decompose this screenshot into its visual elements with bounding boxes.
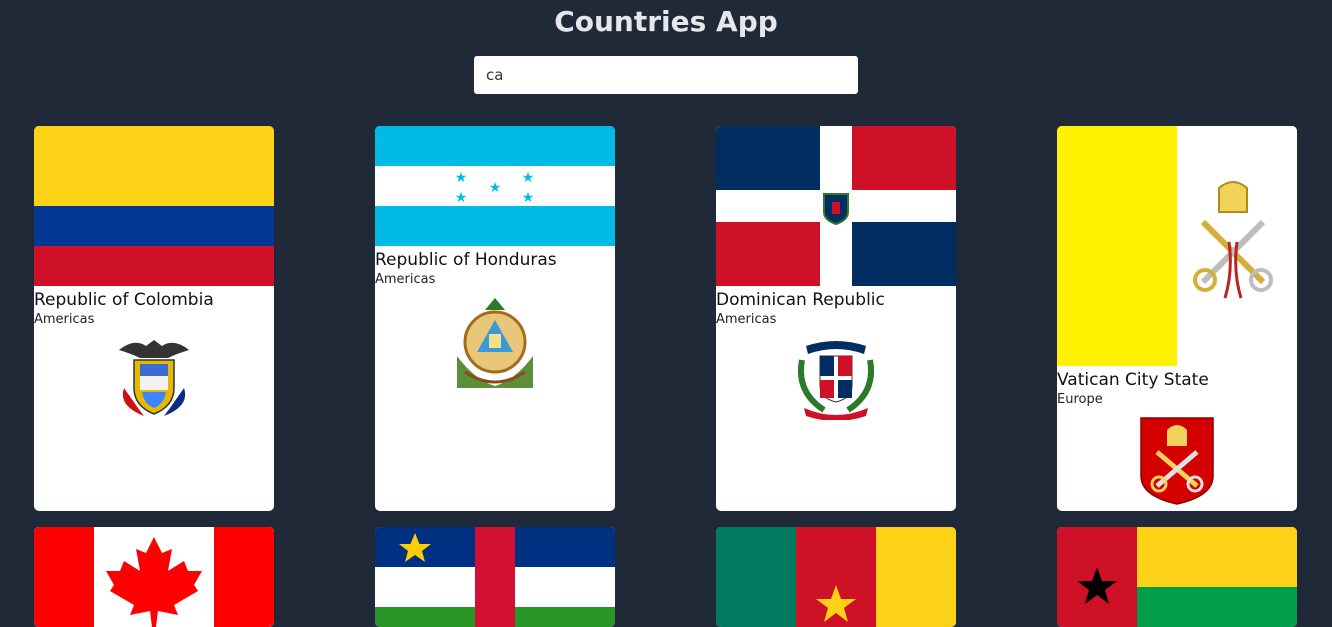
country-card[interactable]: Dominican Republic Americas [716,126,956,511]
country-name: Vatican City State [1057,370,1209,390]
coat-of-arms-image [119,340,189,416]
honduras-flag-image: ★ ★ ★ ★ ★ [375,126,615,246]
country-region: Americas [34,312,95,327]
country-name: Dominican Republic [716,290,885,310]
svg-text:★: ★ [489,180,502,196]
colombia-flag-image [34,126,274,286]
canada-flag-image [34,527,274,627]
country-card[interactable] [34,527,274,627]
country-card[interactable] [1057,527,1297,627]
page-title: Countries App [554,5,778,38]
svg-text:★: ★ [455,170,468,186]
country-region: Americas [716,312,777,327]
dominican-republic-flag-image [716,126,956,286]
svg-text:★: ★ [522,190,535,206]
country-card[interactable]: ★ ★ ★ ★ ★ Republic of Honduras Americas [375,126,615,511]
svg-text:★: ★ [522,170,535,186]
vatican-city-flag-image [1057,126,1297,366]
country-name: Republic of Honduras [375,250,557,270]
coat-of-arms-image [1140,417,1214,505]
country-card[interactable]: Vatican City State Europe [1057,126,1297,511]
central-african-republic-flag-image [375,527,615,627]
coat-of-arms-image [798,341,874,420]
country-region: Europe [1057,392,1103,407]
svg-text:★: ★ [455,190,468,206]
guinea-bissau-flag-image [1057,527,1297,627]
country-card[interactable]: Republic of Colombia Americas [34,126,274,511]
coat-of-arms-image [457,298,533,388]
search-input[interactable] [474,56,858,94]
cameroon-flag-image [716,527,956,627]
country-name: Republic of Colombia [34,290,214,310]
country-card[interactable] [716,527,956,627]
country-card[interactable] [375,527,615,627]
country-region: Americas [375,272,436,287]
